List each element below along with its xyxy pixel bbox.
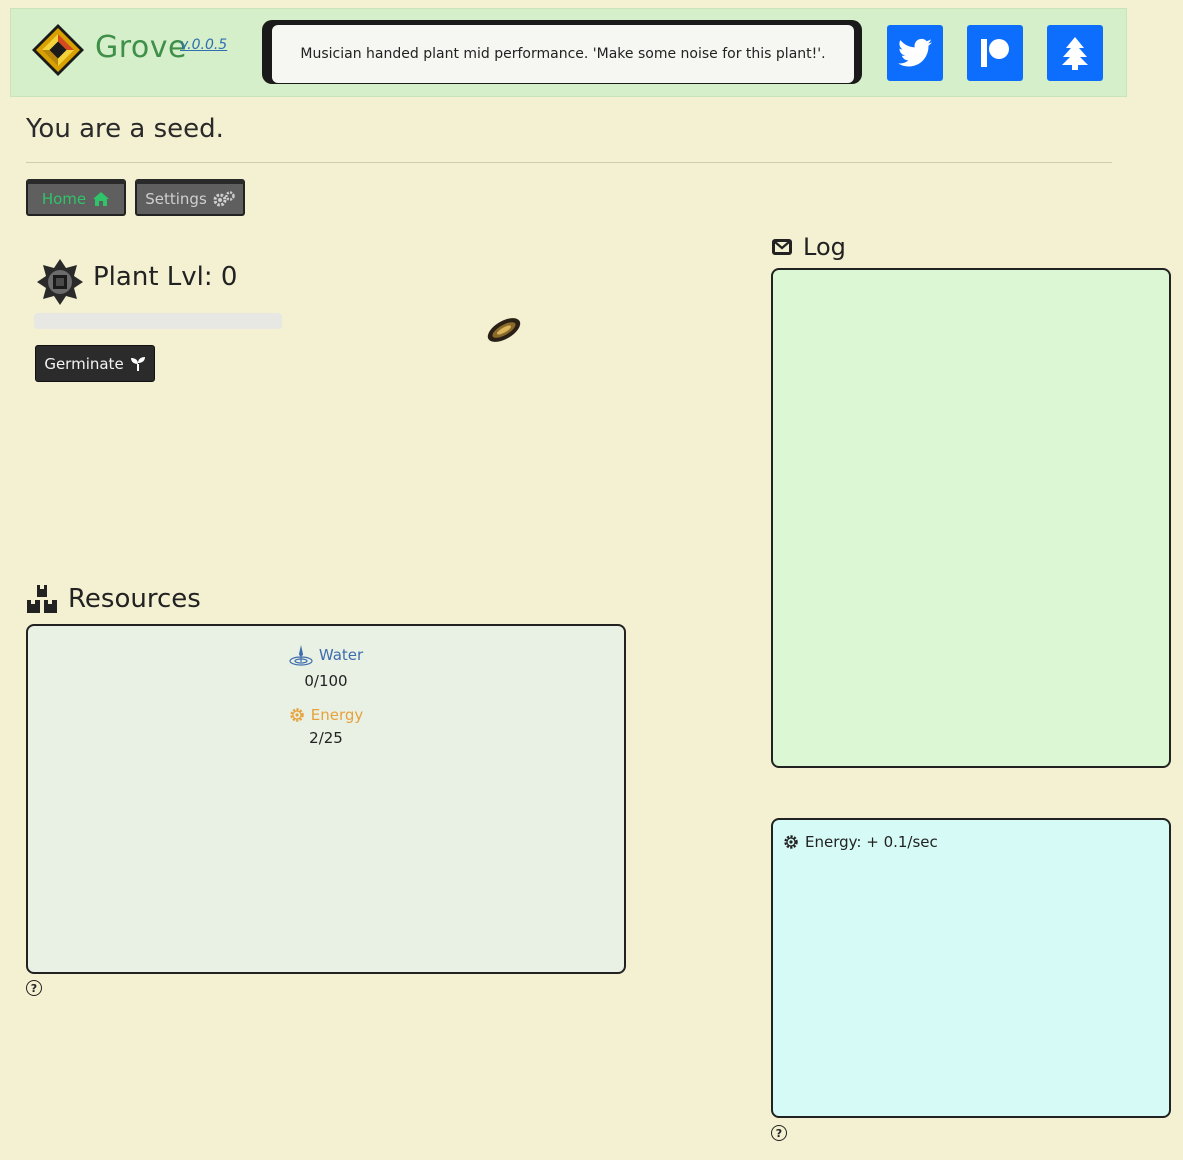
- plant-level-label: Plant Lvl: 0: [93, 262, 238, 292]
- energy-rate-panel: [771, 818, 1171, 1118]
- resources-heading-label: Resources: [68, 584, 201, 614]
- tree-button[interactable]: [1047, 25, 1103, 81]
- gears-icon: [213, 191, 235, 207]
- grove-logo-icon: [32, 24, 84, 76]
- home-icon: [93, 192, 110, 206]
- resource-energy: Energy 2/25: [28, 706, 624, 747]
- gear-icon: [290, 708, 304, 722]
- version-link[interactable]: v.0.0.5: [180, 37, 227, 53]
- tab-settings[interactable]: Settings: [135, 179, 245, 216]
- page-title: You are a seed.: [26, 114, 224, 144]
- tab-settings-label: Settings: [145, 190, 207, 208]
- water-drop-icon: [289, 645, 313, 666]
- energy-rate: Energy: + 0.1/sec: [783, 833, 938, 851]
- resources-heading: Resources: [26, 584, 201, 614]
- energy-help-icon[interactable]: ?: [771, 1125, 787, 1141]
- resources-help-icon[interactable]: ?: [26, 980, 42, 996]
- envelope-icon: [772, 239, 792, 255]
- seedling-icon: [130, 356, 145, 371]
- divider: [26, 162, 1112, 163]
- boxes-icon: [27, 585, 57, 613]
- news-ticker: Musician handed plant mid performance. '…: [272, 25, 854, 83]
- brand-name: Grove: [95, 30, 187, 65]
- resource-water: Water 0/100: [28, 644, 624, 690]
- tab-home-label: Home: [41, 190, 87, 208]
- resource-water-name: Water: [318, 646, 364, 664]
- resource-energy-name: Energy: [310, 706, 364, 724]
- patreon-icon: [981, 39, 1009, 67]
- gear-icon: [784, 835, 798, 849]
- germinate-label: Germinate: [44, 354, 124, 373]
- log-panel: [771, 268, 1171, 768]
- tab-home[interactable]: Home: [26, 179, 126, 216]
- plant-level-icon: [37, 259, 83, 305]
- resource-water-value: 0/100: [304, 672, 348, 690]
- log-heading: Log: [771, 233, 846, 261]
- germinate-button[interactable]: Germinate: [35, 345, 155, 382]
- tree-icon: [1062, 37, 1088, 70]
- resources-panel: Water 0/100 Energy 2/25: [26, 624, 626, 974]
- patreon-button[interactable]: [967, 25, 1023, 81]
- twitter-icon: [898, 38, 932, 67]
- seed-image: [487, 318, 521, 342]
- log-heading-label: Log: [803, 233, 846, 261]
- plant-progress-bar: [34, 313, 282, 329]
- energy-rate-label: Energy: + 0.1/sec: [805, 833, 938, 851]
- resource-energy-value: 2/25: [309, 729, 343, 747]
- twitter-button[interactable]: [887, 25, 943, 81]
